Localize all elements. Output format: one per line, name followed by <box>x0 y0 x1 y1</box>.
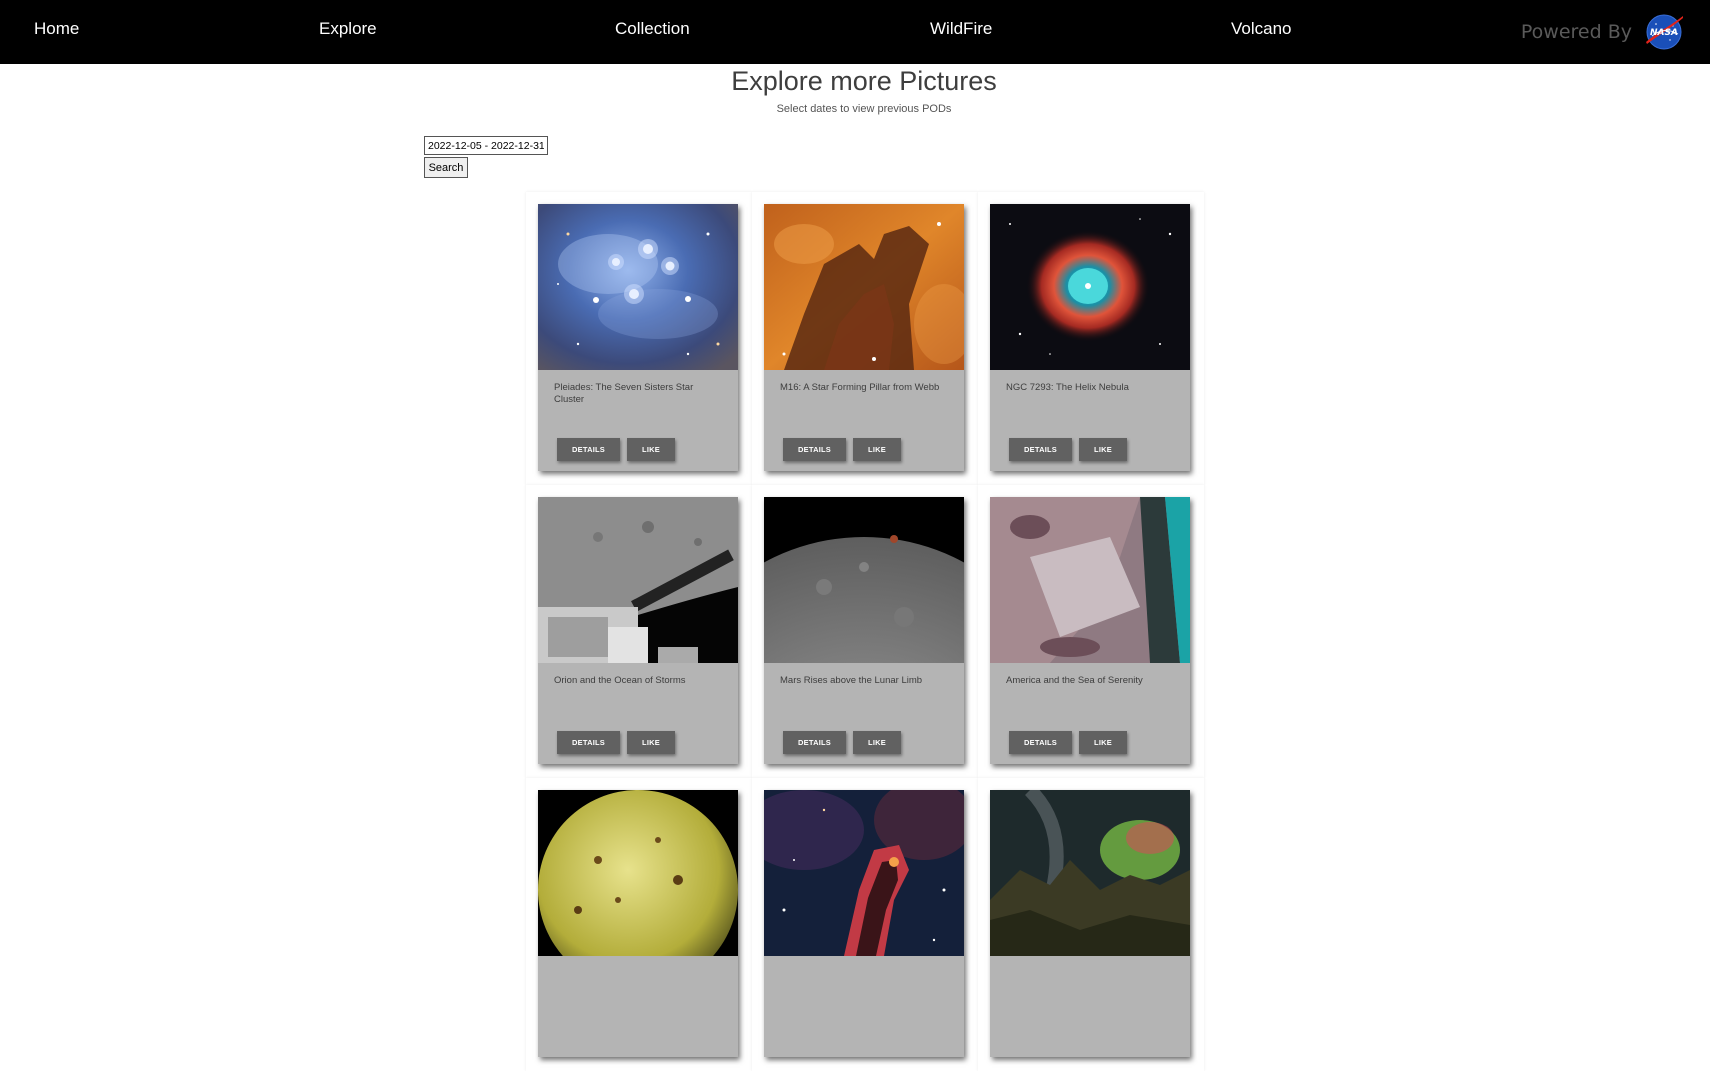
details-button[interactable]: DETAILS <box>1009 731 1072 754</box>
card-image[interactable] <box>538 204 738 370</box>
nav-collection-link[interactable]: Collection <box>615 19 690 39</box>
search-button[interactable]: Search <box>424 157 468 178</box>
like-button[interactable]: LIKE <box>627 731 675 754</box>
grid-cell: M16: A Star Forming Pillar from Webb DET… <box>752 192 978 485</box>
grid-cell: Orion and the Ocean of Storms DETAILS LI… <box>526 485 752 778</box>
picture-card <box>764 790 964 1057</box>
card-image[interactable] <box>990 790 1190 956</box>
card-image[interactable] <box>990 497 1190 663</box>
nav-wildfire-link[interactable]: WildFire <box>930 19 992 39</box>
nav-home-link[interactable]: Home <box>34 19 79 39</box>
details-button[interactable]: DETAILS <box>557 731 620 754</box>
like-button[interactable]: LIKE <box>853 731 901 754</box>
powered-by: Powered By NASA <box>1521 10 1684 54</box>
card-title: NGC 7293: The Helix Nebula <box>1006 382 1129 393</box>
card-image[interactable] <box>764 790 964 956</box>
grid-cell: Pleiades: The Seven Sisters Star Cluster… <box>526 192 752 485</box>
card-title: M16: A Star Forming Pillar from Webb <box>780 382 940 393</box>
grid-cell <box>752 778 978 1071</box>
picture-card: M16: A Star Forming Pillar from Webb DET… <box>764 204 964 471</box>
details-button[interactable]: DETAILS <box>557 438 620 461</box>
card-image[interactable] <box>538 790 738 956</box>
picture-card: Pleiades: The Seven Sisters Star Cluster… <box>538 204 738 471</box>
card-image[interactable] <box>764 497 964 663</box>
picture-card: NGC 7293: The Helix Nebula DETAILS LIKE <box>990 204 1190 471</box>
grid-cell: America and the Sea of Serenity DETAILS … <box>978 485 1204 778</box>
svg-text:NASA: NASA <box>1650 28 1678 38</box>
picture-card <box>538 790 738 1057</box>
page-title: Explore more Pictures <box>731 66 997 96</box>
details-button[interactable]: DETAILS <box>783 731 846 754</box>
details-button[interactable]: DETAILS <box>783 438 846 461</box>
nav-volcano-link[interactable]: Volcano <box>1231 19 1292 39</box>
picture-card: America and the Sea of Serenity DETAILS … <box>990 497 1190 764</box>
grid-cell <box>526 778 752 1071</box>
like-button[interactable]: LIKE <box>1079 731 1127 754</box>
grid-cell: NGC 7293: The Helix Nebula DETAILS LIKE <box>978 192 1204 485</box>
like-button[interactable]: LIKE <box>853 438 901 461</box>
top-navbar: Home Explore Collection WildFire Volcano… <box>0 0 1710 64</box>
grid-cell: Mars Rises above the Lunar Limb DETAILS … <box>752 485 978 778</box>
nav-explore-link[interactable]: Explore <box>319 19 377 39</box>
page-subtitle: Select dates to view previous PODs <box>776 103 952 115</box>
card-image[interactable] <box>538 497 738 663</box>
picture-grid: Pleiades: The Seven Sisters Star Cluster… <box>526 192 1204 1071</box>
picture-card <box>990 790 1190 1057</box>
nasa-logo-icon: NASA <box>1644 12 1684 52</box>
picture-card: Orion and the Ocean of Storms DETAILS LI… <box>538 497 738 764</box>
powered-by-label: Powered By <box>1520 21 1632 43</box>
card-title: America and the Sea of Serenity <box>1006 675 1143 686</box>
grid-cell <box>978 778 1204 1071</box>
card-image[interactable] <box>764 204 964 370</box>
card-image[interactable] <box>990 204 1190 370</box>
date-range-input[interactable] <box>424 136 548 155</box>
card-title: Mars Rises above the Lunar Limb <box>780 675 923 686</box>
like-button[interactable]: LIKE <box>627 438 675 461</box>
like-button[interactable]: LIKE <box>1079 438 1127 461</box>
card-title: Orion and the Ocean of Storms <box>554 675 686 686</box>
details-button[interactable]: DETAILS <box>1009 438 1072 461</box>
picture-card: Mars Rises above the Lunar Limb DETAILS … <box>764 497 964 764</box>
card-title: Pleiades: The Seven Sisters Star Cluster <box>554 382 694 405</box>
